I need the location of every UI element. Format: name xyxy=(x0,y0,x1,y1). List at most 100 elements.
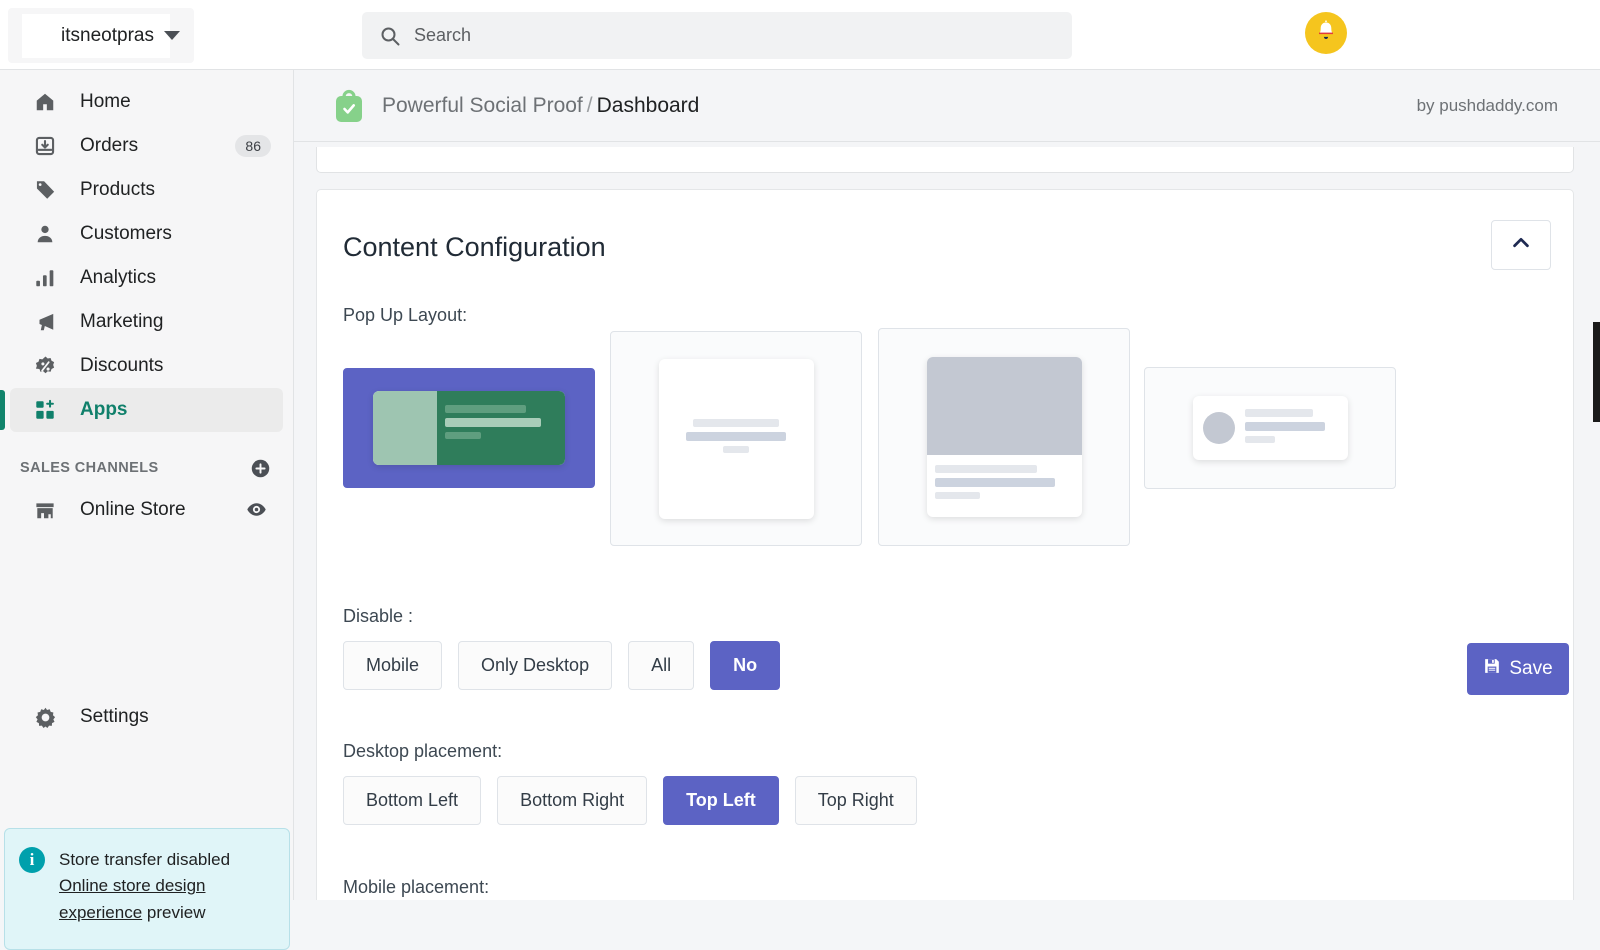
breadcrumb-app-name[interactable]: Powerful Social Proof xyxy=(382,94,583,117)
collapse-card-button[interactable] xyxy=(1491,220,1551,270)
preview-line xyxy=(445,418,541,427)
floppy-disk-icon xyxy=(1483,657,1501,681)
search-input[interactable]: Search xyxy=(362,12,1072,59)
disable-label: Disable : xyxy=(343,606,413,627)
orders-inbox-icon xyxy=(32,133,58,159)
preview-line xyxy=(1245,436,1276,443)
save-button[interactable]: Save xyxy=(1467,643,1569,695)
sales-channels-title: SALES CHANNELS xyxy=(20,460,159,476)
store-switcher[interactable]: itsneotpras xyxy=(8,8,194,63)
desktop-placement-group: Bottom Left Bottom Right Top Left Top Ri… xyxy=(343,776,917,825)
mobile-placement-label: Mobile placement: xyxy=(343,877,489,898)
app-byline: by pushdaddy.com xyxy=(1417,96,1558,116)
plus-circle-icon[interactable] xyxy=(250,458,271,479)
storefront-icon xyxy=(32,497,58,523)
breadcrumb-separator: / xyxy=(587,94,593,117)
preview-line xyxy=(693,419,779,427)
app-header: Powerful Social Proof/Dashboard by pushd… xyxy=(294,70,1600,142)
store-name: itsneotpras xyxy=(61,25,154,47)
sidebar-item-analytics[interactable]: Analytics xyxy=(10,256,283,300)
disable-option-only-desktop[interactable]: Only Desktop xyxy=(458,641,612,690)
layout-option-avatar-inline[interactable] xyxy=(1144,367,1396,489)
preview-line xyxy=(445,432,481,439)
breadcrumb-current-page: Dashboard xyxy=(597,94,700,117)
preview-line xyxy=(935,465,1038,473)
sidebar-item-label: Customers xyxy=(80,223,172,245)
layout-preview-avatar-inline xyxy=(1193,396,1348,460)
sidebar-item-customers[interactable]: Customers xyxy=(10,212,283,256)
preview-line xyxy=(1245,422,1326,431)
gear-icon xyxy=(32,704,58,730)
layout-preview-image-top xyxy=(927,357,1082,517)
popup-layout-label: Pop Up Layout: xyxy=(343,305,467,326)
apps-grid-plus-icon xyxy=(32,397,58,423)
search-placeholder: Search xyxy=(414,25,471,46)
sidebar-item-discounts[interactable]: Discounts xyxy=(10,344,283,388)
sidebar-item-label: Settings xyxy=(80,706,149,728)
sidebar-item-orders[interactable]: Orders 86 xyxy=(10,124,283,168)
layout-preview-image-left xyxy=(373,391,565,465)
sales-channels-section: SALES CHANNELS xyxy=(0,448,293,488)
sidebar-item-label: Orders xyxy=(80,135,138,157)
tag-icon xyxy=(32,177,58,203)
bar-chart-icon xyxy=(32,265,58,291)
preview-text-block xyxy=(927,455,1082,517)
sidebar-item-products[interactable]: Products xyxy=(10,168,283,212)
sidebar-item-online-store[interactable]: Online Store xyxy=(10,488,283,532)
sidebar-item-label: Home xyxy=(80,91,131,113)
layout-preview-text-only xyxy=(659,359,814,519)
preview-image-block xyxy=(927,357,1082,455)
preview-line xyxy=(445,405,526,413)
active-indicator xyxy=(0,390,5,430)
person-icon xyxy=(32,221,58,247)
search-icon xyxy=(380,26,400,46)
preview-line xyxy=(723,446,749,453)
chevron-down-icon xyxy=(164,31,180,40)
save-button-label: Save xyxy=(1509,658,1552,680)
megaphone-icon xyxy=(32,309,58,335)
sidebar-item-label: Products xyxy=(80,179,155,201)
disable-option-group: Mobile Only Desktop All No xyxy=(343,641,780,690)
sidebar-item-home[interactable]: Home xyxy=(10,80,283,124)
layout-option-text-only[interactable] xyxy=(610,331,862,546)
sidebar-settings-container: Settings xyxy=(0,695,294,739)
sidebar-item-marketing[interactable]: Marketing xyxy=(10,300,283,344)
sidebar-item-label: Analytics xyxy=(80,267,156,289)
main-content: Content Configuration Pop Up Layout: xyxy=(294,142,1600,900)
home-icon xyxy=(32,89,58,115)
disable-option-no[interactable]: No xyxy=(710,641,780,690)
shopping-bag-check-icon xyxy=(334,89,364,123)
notifications-button[interactable] xyxy=(1305,12,1347,54)
layout-option-image-left[interactable] xyxy=(343,368,595,488)
preview-text-block xyxy=(1245,409,1338,448)
bell-icon xyxy=(1314,19,1338,48)
top-bar: itsneotpras Search xyxy=(0,0,1600,70)
breadcrumb: Powerful Social Proof/Dashboard xyxy=(382,94,699,118)
desktop-placement-top-left[interactable]: Top Left xyxy=(663,776,779,825)
desktop-placement-label: Desktop placement: xyxy=(343,741,502,762)
discount-percent-icon xyxy=(32,353,58,379)
page-title: Content Configuration xyxy=(343,232,606,263)
disable-option-mobile[interactable]: Mobile xyxy=(343,641,442,690)
sidebar: Home Orders 86 Products Customers xyxy=(0,70,294,900)
chevron-up-icon xyxy=(1510,232,1532,259)
preview-line xyxy=(935,492,981,499)
notice-suffix: preview xyxy=(142,903,205,922)
sidebar-item-label: Apps xyxy=(80,399,128,421)
disable-option-all[interactable]: All xyxy=(628,641,694,690)
sidebar-item-apps[interactable]: Apps xyxy=(10,388,283,432)
notice-title: Store transfer disabled xyxy=(59,847,275,873)
layout-option-image-top[interactable] xyxy=(878,328,1130,546)
preview-line xyxy=(1245,409,1314,417)
page-scrollbar-thumb[interactable] xyxy=(1593,322,1600,422)
notice-body: Store transfer disabled Online store des… xyxy=(59,847,275,931)
store-transfer-notice: i Store transfer disabled Online store d… xyxy=(4,828,290,950)
sidebar-item-settings[interactable]: Settings xyxy=(10,695,284,739)
desktop-placement-top-right[interactable]: Top Right xyxy=(795,776,917,825)
eye-icon[interactable] xyxy=(246,499,267,523)
desktop-placement-bottom-left[interactable]: Bottom Left xyxy=(343,776,481,825)
info-icon: i xyxy=(19,847,45,873)
preview-image-block xyxy=(373,391,437,465)
desktop-placement-bottom-right[interactable]: Bottom Right xyxy=(497,776,647,825)
orders-count-badge: 86 xyxy=(235,135,271,157)
